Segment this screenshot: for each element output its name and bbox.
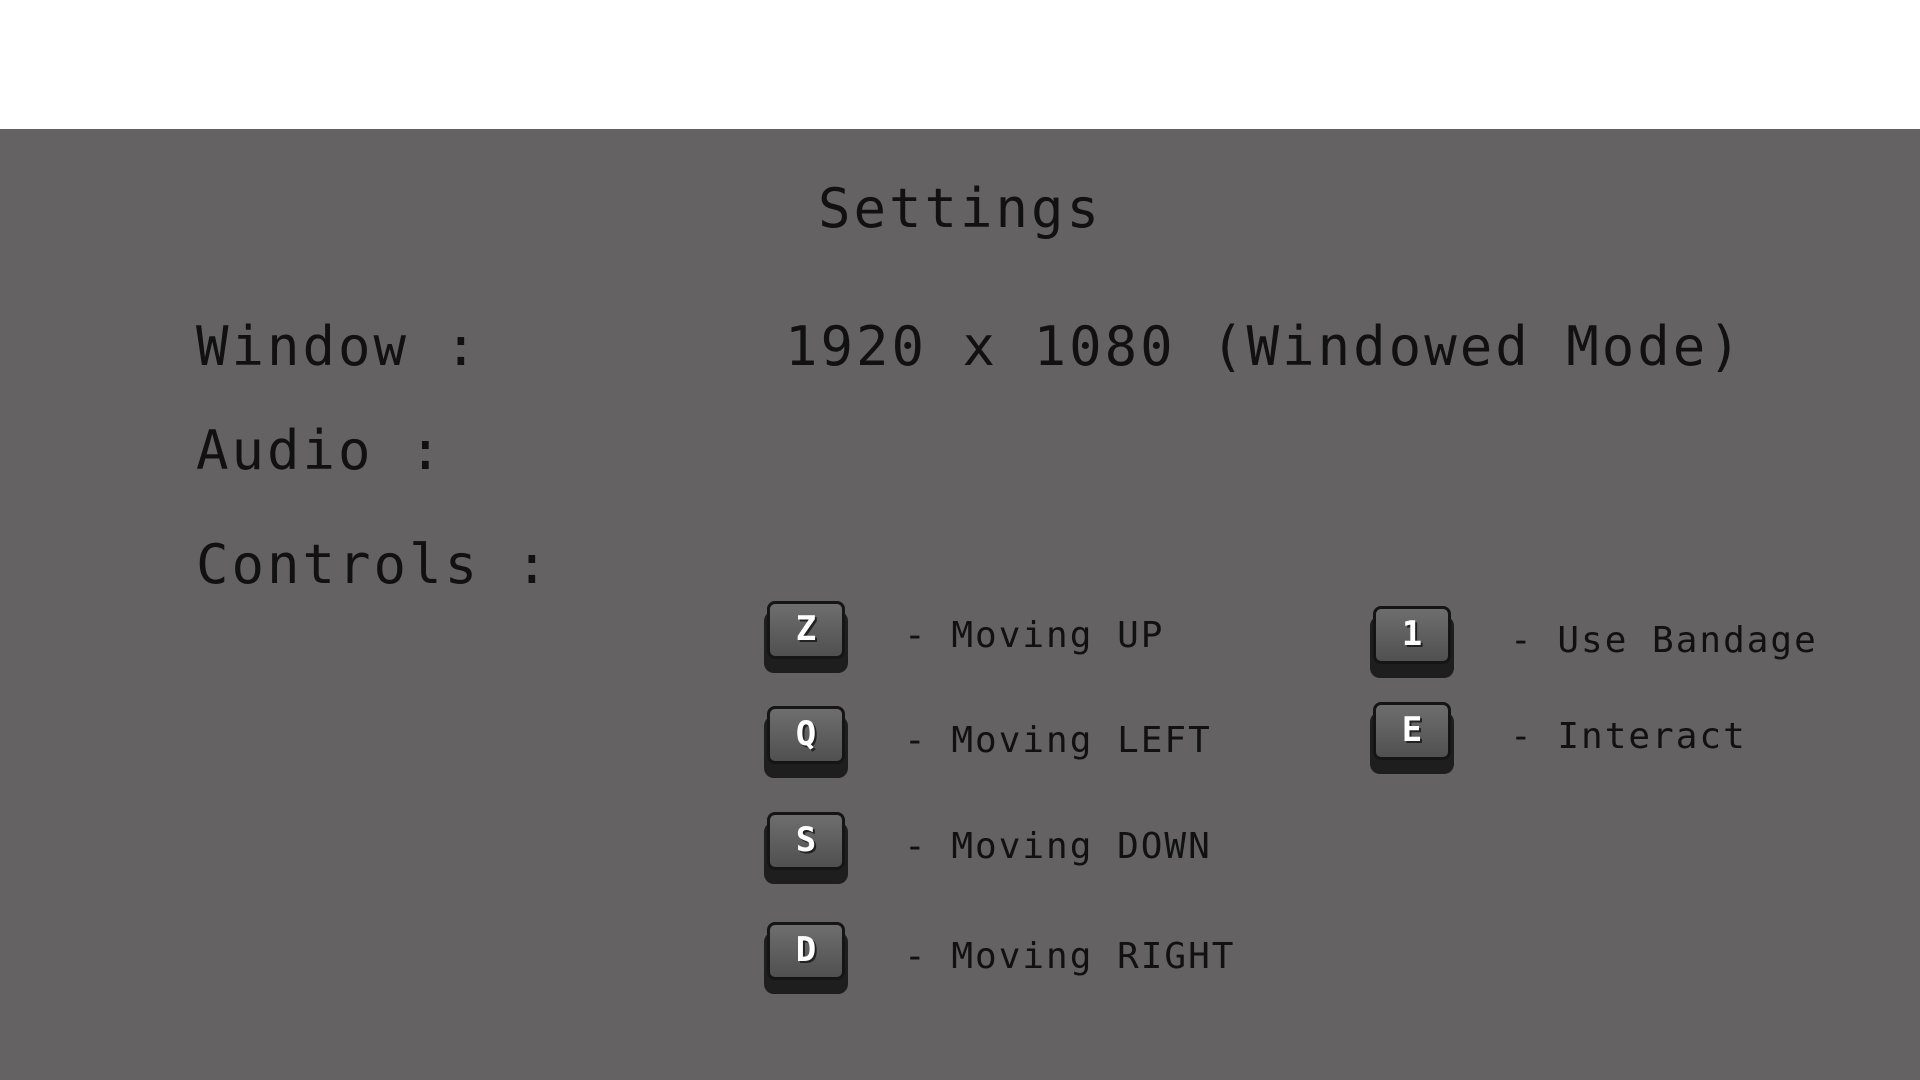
key-s-icon: S xyxy=(764,812,848,884)
key-label: Z xyxy=(795,609,817,649)
control-action: - Moving LEFT xyxy=(904,720,1212,761)
audio-label: Audio : xyxy=(196,419,445,482)
control-row-move-up[interactable]: Z - Moving UP xyxy=(764,601,1284,677)
control-row-move-down[interactable]: S - Moving DOWN xyxy=(764,812,1284,888)
key-label: 1 xyxy=(1401,614,1423,654)
key-label: D xyxy=(795,930,817,970)
control-action: - Interact xyxy=(1510,716,1747,757)
key-1-icon: 1 xyxy=(1370,606,1454,678)
top-bar xyxy=(0,0,1920,129)
control-row-use-bandage[interactable]: 1 - Use Bandage xyxy=(1370,606,1890,682)
key-label: E xyxy=(1401,710,1423,750)
control-action: - Moving DOWN xyxy=(904,826,1212,867)
control-row-interact[interactable]: E - Interact xyxy=(1370,702,1890,778)
key-d-icon: D xyxy=(764,922,848,994)
window-mode-value[interactable]: 1920 x 1080 (Windowed Mode) xyxy=(785,315,1744,378)
control-action: - Moving UP xyxy=(904,615,1165,656)
settings-panel: Settings Window : 1920 x 1080 (Windowed … xyxy=(0,129,1920,1080)
control-row-move-left[interactable]: Q - Moving LEFT xyxy=(764,706,1284,782)
key-label: Q xyxy=(795,714,817,754)
window-label: Window : xyxy=(196,315,481,378)
key-z-icon: Z xyxy=(764,601,848,673)
control-row-move-right[interactable]: D - Moving RIGHT xyxy=(764,922,1284,998)
key-e-icon: E xyxy=(1370,702,1454,774)
settings-title: Settings xyxy=(817,177,1103,240)
controls-label: Controls : xyxy=(196,533,552,596)
control-action: - Moving RIGHT xyxy=(904,936,1236,977)
key-q-icon: Q xyxy=(764,706,848,778)
control-action: - Use Bandage xyxy=(1510,620,1818,661)
key-label: S xyxy=(795,820,817,860)
